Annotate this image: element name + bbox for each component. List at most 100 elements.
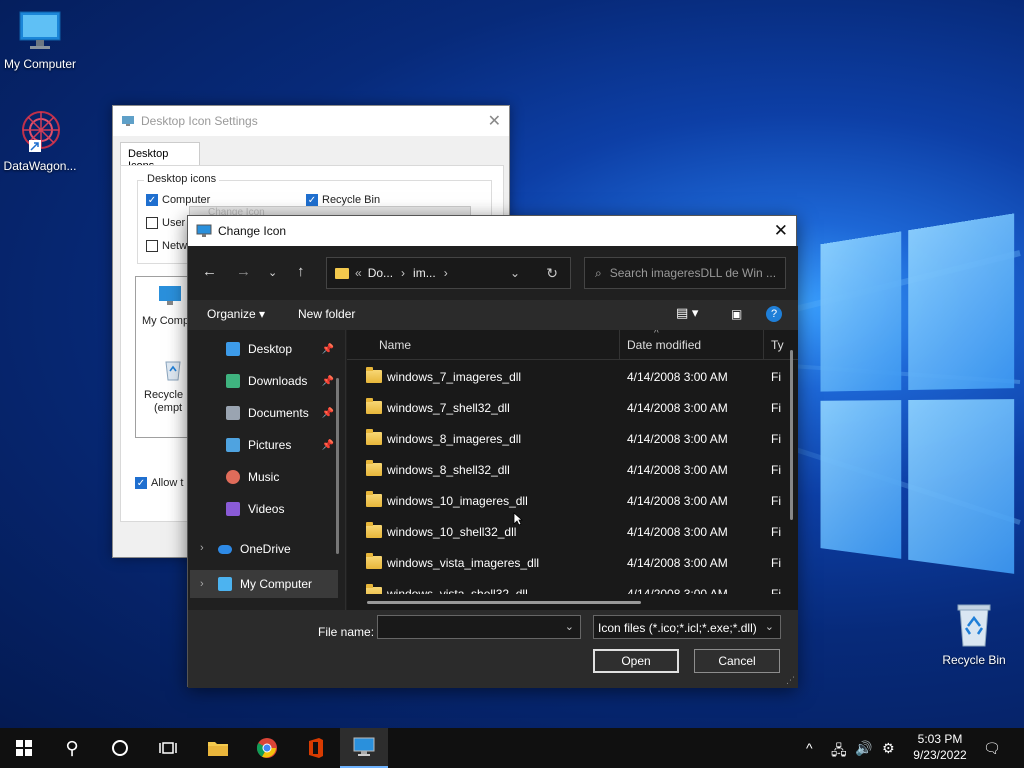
breadcrumb-overflow[interactable]: « bbox=[355, 266, 362, 280]
check-icon: ✓ bbox=[306, 194, 318, 206]
taskbar-chrome[interactable] bbox=[243, 728, 291, 768]
file-list: ^ Name Date modified Ty windows_7_imager… bbox=[347, 330, 798, 610]
file-row[interactable]: windows_7_shell32_dll 4/14/2008 3:00 AM Fi bbox=[347, 392, 787, 423]
title-bar[interactable]: Desktop Icon Settings ✕ bbox=[113, 106, 509, 136]
preview-pane-icon[interactable]: ▣ bbox=[731, 307, 742, 321]
nav-item-my-computer[interactable]: My Computer bbox=[218, 573, 328, 595]
desktop-icon-label: My Computer bbox=[3, 57, 77, 71]
notification-icon[interactable]: 🗨 bbox=[983, 740, 1001, 757]
resize-grip-icon[interactable]: ⋰ bbox=[786, 675, 795, 686]
expand-chevron-icon[interactable]: › bbox=[200, 542, 204, 554]
chevron-right-icon: › bbox=[401, 266, 406, 280]
horizontal-scrollbar[interactable] bbox=[367, 601, 641, 604]
open-button[interactable]: Open bbox=[593, 649, 679, 673]
monitor-icon bbox=[159, 286, 181, 305]
view-options-icon[interactable]: ▤ ▾ bbox=[676, 305, 698, 321]
folder-icon bbox=[366, 398, 382, 414]
nav-scrollbar[interactable] bbox=[336, 378, 339, 554]
expand-chevron-icon[interactable]: › bbox=[200, 578, 204, 590]
breadcrumb-segment[interactable]: im... bbox=[413, 266, 436, 280]
new-folder-button[interactable]: New folder bbox=[298, 307, 355, 321]
nav-item-documents[interactable]: Documents 📌 bbox=[226, 402, 336, 424]
help-icon[interactable]: ? bbox=[766, 306, 782, 322]
desktop-icon-my-computer[interactable]: My Computer bbox=[0, 10, 80, 71]
check-icon: ✓ bbox=[135, 477, 147, 489]
task-view-button[interactable] bbox=[144, 728, 192, 768]
close-icon[interactable]: ✕ bbox=[774, 221, 788, 241]
column-date-modified[interactable]: Date modified bbox=[627, 338, 701, 352]
cancel-button[interactable]: Cancel bbox=[694, 649, 780, 673]
desktop-icon-recycle-bin[interactable]: Recycle Bin bbox=[934, 602, 1014, 667]
nav-item-downloads[interactable]: Downloads 📌 bbox=[226, 370, 336, 392]
title-bar[interactable]: Change Icon ✕ bbox=[188, 216, 796, 246]
desktop-icon-datawagon[interactable]: DataWagon... bbox=[0, 108, 80, 173]
nav-item-onedrive[interactable]: OneDrive bbox=[218, 538, 328, 560]
checkbox-recycle-bin[interactable]: ✓ Recycle Bin bbox=[306, 194, 380, 206]
vertical-scrollbar[interactable] bbox=[790, 350, 793, 520]
network-icon[interactable]: 🖧 bbox=[831, 740, 847, 764]
file-type-select[interactable]: Icon files (*.ico;*.icl;*.exe;*.dll) ⌄ bbox=[593, 615, 781, 639]
nav-item-music[interactable]: Music bbox=[226, 466, 336, 488]
recycle-bin-icon bbox=[957, 604, 991, 647]
tab-desktop-icons[interactable]: Desktop Icons bbox=[120, 142, 200, 172]
file-row[interactable]: windows_8_imageres_dll 4/14/2008 3:00 AM F… bbox=[347, 423, 787, 454]
chevron-up-icon[interactable]: ^ bbox=[806, 740, 813, 756]
videos-icon bbox=[226, 502, 240, 516]
volume-icon[interactable]: 🔊 bbox=[855, 740, 872, 757]
column-header-row: ^ Name Date modified Ty bbox=[347, 330, 798, 360]
icon-list[interactable]: My Comp Recycle (empt bbox=[135, 276, 195, 438]
chevron-down-icon[interactable]: ⌄ bbox=[565, 620, 574, 633]
cortana-icon bbox=[112, 740, 128, 756]
task-view-icon bbox=[159, 742, 177, 754]
refresh-icon[interactable]: ↻ bbox=[546, 265, 558, 282]
close-icon[interactable]: ✕ bbox=[488, 111, 501, 131]
taskbar-file-explorer[interactable] bbox=[194, 728, 242, 768]
search-box[interactable]: ⌕ Search imageresDLL de Win ... bbox=[584, 257, 786, 289]
chevron-down-icon: ⌄ bbox=[764, 621, 774, 633]
start-button[interactable] bbox=[0, 728, 48, 768]
checkbox-allow-themes[interactable]: ✓ Allow t bbox=[135, 477, 183, 489]
cortana-button[interactable] bbox=[96, 728, 144, 768]
window-title: Desktop Icon Settings bbox=[141, 114, 258, 128]
forward-arrow-icon[interactable]: → bbox=[236, 263, 251, 280]
chevron-down-icon[interactable]: ⌄ bbox=[510, 266, 520, 280]
checkbox-computer[interactable]: ✓ Computer bbox=[146, 194, 210, 206]
address-bar[interactable]: « Do... › im... › ⌄ ↻ bbox=[326, 257, 571, 289]
gear-icon[interactable]: ⚙ bbox=[882, 740, 895, 757]
music-icon bbox=[226, 470, 240, 484]
nav-item-videos[interactable]: Videos bbox=[226, 498, 336, 520]
checkbox-label: User bbox=[162, 217, 186, 229]
file-row[interactable]: windows_vista_imageres_dll 4/14/2008 3:00… bbox=[347, 547, 787, 578]
file-row[interactable]: windows_8_shell32_dll 4/14/2008 3:00 AM Fi bbox=[347, 454, 787, 485]
clock[interactable]: 5:03 PM 9/23/2022 bbox=[905, 731, 975, 763]
nav-item-pictures[interactable]: Pictures 📌 bbox=[226, 434, 336, 456]
file-row[interactable]: windows_10_shell32_dll 4/14/2008 3:00 AM F… bbox=[347, 516, 787, 547]
windows-logo-wallpaper bbox=[813, 211, 1024, 608]
folder-icon bbox=[366, 460, 382, 476]
file-row[interactable]: windows_10_imageres_dll 4/14/2008 3:00 AM… bbox=[347, 485, 787, 516]
settings-app-icon bbox=[122, 116, 134, 126]
organize-button[interactable]: Organize ▾ bbox=[207, 307, 265, 321]
column-name[interactable]: Name bbox=[379, 338, 411, 352]
pin-icon: 📌 bbox=[321, 407, 334, 419]
checkbox-user[interactable]: User bbox=[146, 217, 185, 229]
desktop-icon bbox=[226, 342, 240, 356]
search-placeholder: Search imageresDLL de Win ... bbox=[609, 266, 777, 280]
folder-icon bbox=[366, 553, 382, 569]
file-name-input[interactable]: ⌄ bbox=[377, 615, 581, 639]
breadcrumb-segment[interactable]: Do... bbox=[368, 266, 393, 280]
folder-icon bbox=[335, 267, 349, 279]
back-arrow-icon[interactable]: ← bbox=[202, 263, 217, 280]
change-icon-dialog: Change Icon ✕ ← → ⌄ ↑ « Do... › im... › … bbox=[187, 215, 798, 688]
checkbox-network[interactable]: Netw bbox=[146, 240, 187, 252]
up-arrow-icon[interactable]: ↑ bbox=[297, 263, 305, 280]
search-button[interactable]: ⚲ bbox=[48, 728, 96, 768]
nav-item-desktop[interactable]: Desktop 📌 bbox=[226, 338, 336, 360]
taskbar-active-app[interactable] bbox=[340, 728, 388, 768]
icon-list-item-label: (empt bbox=[154, 402, 183, 414]
chevron-down-icon[interactable]: ⌄ bbox=[268, 266, 277, 279]
file-row[interactable]: windows_7_imageres_dll 4/14/2008 3:00 AM F… bbox=[347, 361, 787, 392]
taskbar-office[interactable] bbox=[292, 728, 340, 768]
column-type[interactable]: Ty bbox=[771, 338, 784, 352]
folder-icon bbox=[366, 429, 382, 445]
